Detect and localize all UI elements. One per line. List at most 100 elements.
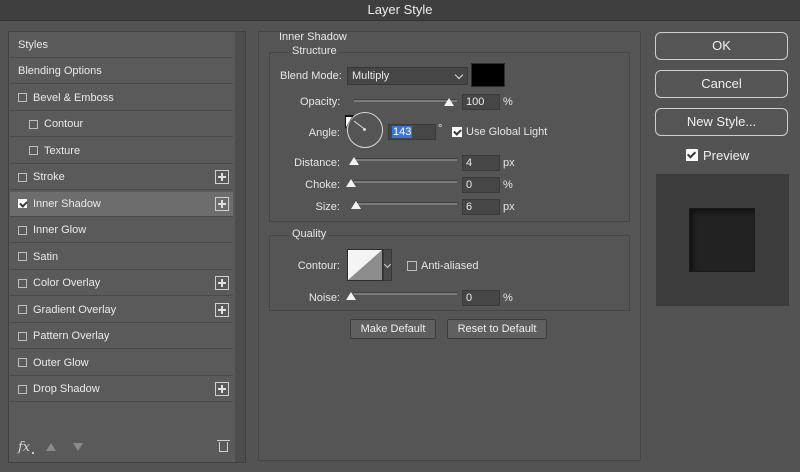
style-item-texture[interactable]: Texture — [10, 139, 233, 164]
size-value: 6 — [466, 201, 473, 213]
style-item-stroke[interactable]: Stroke — [10, 165, 233, 190]
shadow-color-swatch[interactable] — [471, 63, 505, 87]
style-item-gradient-overlay[interactable]: Gradient Overlay — [10, 298, 233, 323]
style-item-drop-shadow[interactable]: Drop Shadow — [10, 377, 233, 402]
style-item-contour[interactable]: Contour — [10, 112, 233, 137]
preview-checkbox[interactable] — [686, 149, 698, 161]
chevron-down-icon — [383, 260, 392, 269]
style-checkbox[interactable] — [18, 358, 27, 367]
blend-mode-value: Multiply — [352, 70, 390, 82]
opacity-input[interactable]: 100 — [462, 94, 500, 110]
move-up-icon[interactable] — [46, 443, 56, 451]
style-item-label: Gradient Overlay — [33, 303, 117, 316]
use-global-light-label: Use Global Light — [466, 126, 548, 138]
styles-list-scrollbar[interactable] — [235, 32, 245, 462]
distance-label: Distance: — [294, 157, 340, 169]
style-item-pattern-overlay[interactable]: Pattern Overlay — [10, 324, 233, 349]
style-checkbox[interactable] — [18, 252, 27, 261]
add-effect-plus-icon[interactable] — [215, 196, 229, 211]
style-item-label: Inner Shadow — [33, 197, 101, 210]
anti-aliased-checkbox[interactable] — [407, 261, 417, 271]
style-item-label: Bevel & Emboss — [33, 91, 114, 104]
structure-group: Structure Blend Mode: Multiply Opacity: … — [269, 45, 630, 222]
size-input[interactable]: 6 — [462, 199, 500, 215]
cancel-button[interactable]: Cancel — [655, 70, 788, 98]
choke-slider-thumb[interactable] — [346, 179, 356, 187]
style-checkbox[interactable] — [18, 225, 27, 235]
styles-list: Styles Blending Options Bevel & Emboss Cont… — [8, 31, 246, 463]
distance-slider-thumb[interactable] — [349, 157, 359, 165]
style-item-satin[interactable]: Satin — [10, 245, 233, 270]
style-preview-swatch — [689, 208, 755, 272]
add-effect-plus-icon[interactable] — [215, 170, 229, 184]
ok-button[interactable]: OK — [655, 32, 788, 60]
style-item-label: Blending Options — [18, 65, 102, 77]
move-down-icon[interactable] — [73, 443, 83, 451]
style-preview — [656, 174, 789, 306]
preview-label: Preview — [703, 148, 750, 163]
style-checkbox[interactable] — [18, 305, 27, 314]
angle-input[interactable]: 143 — [388, 124, 436, 140]
style-item-blending-options[interactable]: Blending Options — [10, 59, 233, 84]
style-item-label: Drop Shadow — [33, 383, 100, 395]
use-global-light-checkbox[interactable] — [452, 127, 462, 137]
anti-aliased-label: Anti-aliased — [421, 260, 479, 272]
new-style-button[interactable]: New Style... — [655, 108, 788, 136]
distance-value: 4 — [466, 157, 473, 169]
style-item-label: Outer Glow — [33, 356, 89, 369]
opacity-value: 100 — [466, 96, 485, 108]
mouse-cursor-fill — [346, 117, 352, 127]
noise-slider-thumb[interactable] — [346, 292, 356, 300]
reset-default-button[interactable]: Reset to Default — [447, 319, 547, 339]
size-slider-track[interactable] — [354, 202, 457, 205]
distance-input[interactable]: 4 — [462, 155, 500, 171]
opacity-slider-track[interactable] — [354, 99, 457, 102]
angle-center — [363, 128, 366, 131]
size-slider-thumb[interactable] — [351, 201, 361, 209]
style-checkbox[interactable] — [29, 119, 38, 129]
style-checkbox[interactable] — [18, 384, 27, 394]
choke-slider-track[interactable] — [354, 180, 457, 183]
choke-label: Choke: — [305, 179, 340, 191]
trash-icon[interactable] — [217, 440, 230, 452]
noise-slider-track[interactable] — [354, 292, 457, 295]
angle-value: 143 — [392, 126, 413, 138]
style-item-label: Inner Glow — [33, 224, 87, 236]
opacity-slider-thumb[interactable] — [444, 98, 454, 106]
choke-unit: % — [503, 179, 513, 191]
add-effect-plus-icon[interactable] — [215, 302, 229, 317]
style-checkbox[interactable] — [18, 278, 27, 288]
fx-icon[interactable]: fx — [18, 440, 30, 455]
noise-input[interactable]: 0 — [462, 290, 500, 306]
contour-preview[interactable] — [347, 249, 383, 281]
make-default-button[interactable]: Make Default — [350, 319, 436, 339]
inner-shadow-panel: Inner Shadow Structure Blend Mode: Multi… — [258, 31, 641, 461]
style-checkbox[interactable] — [18, 199, 27, 208]
panel-title: Inner Shadow — [279, 31, 347, 43]
style-checkbox[interactable] — [18, 93, 27, 102]
add-effect-plus-icon[interactable] — [215, 276, 229, 290]
style-item-color-overlay[interactable]: Color Overlay — [10, 271, 233, 296]
style-item-styles[interactable]: Styles — [10, 33, 233, 58]
style-checkbox[interactable] — [29, 146, 38, 155]
fx-menu-dot-icon — [32, 452, 34, 454]
style-item-inner-glow[interactable]: Inner Glow — [10, 218, 233, 243]
quality-title: Quality — [290, 228, 329, 240]
style-item-label: Satin — [33, 250, 59, 263]
quality-group: Quality Contour: Anti-aliased Noise: 0 % — [269, 228, 630, 311]
style-item-inner-shadow[interactable]: Inner Shadow — [10, 191, 233, 217]
chevron-down-icon — [454, 70, 464, 80]
contour-dropdown[interactable] — [383, 249, 392, 281]
style-item-label: Texture — [44, 144, 81, 157]
style-item-outer-glow[interactable]: Outer Glow — [10, 351, 233, 376]
structure-title: Structure — [290, 45, 339, 57]
blend-mode-select[interactable]: Multiply — [347, 67, 468, 85]
style-item-bevel-emboss[interactable]: Bevel & Emboss — [10, 86, 233, 111]
distance-slider-track[interactable] — [354, 158, 457, 161]
style-item-label: Color Overlay — [33, 277, 101, 289]
style-item-label: Contour — [44, 118, 84, 130]
style-checkbox[interactable] — [18, 172, 27, 182]
style-checkbox[interactable] — [18, 331, 27, 341]
choke-input[interactable]: 0 — [462, 177, 500, 193]
add-effect-plus-icon[interactable] — [215, 382, 229, 396]
